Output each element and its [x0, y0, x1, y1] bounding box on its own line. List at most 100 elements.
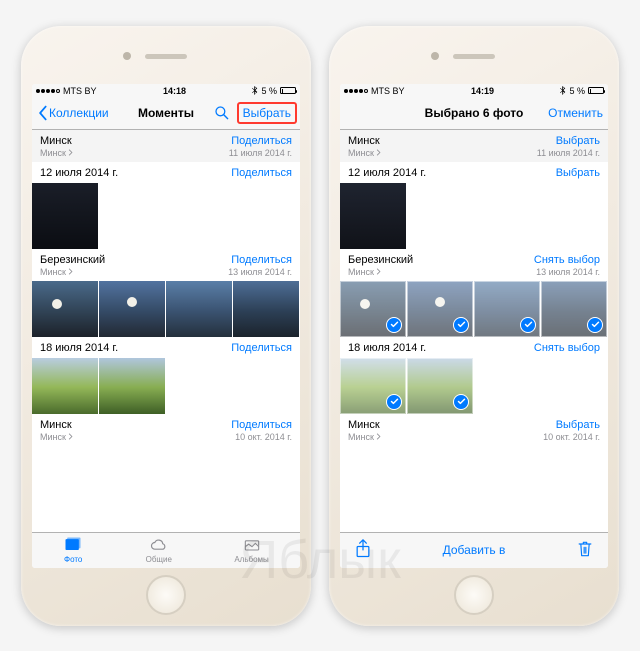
tab-label: Альбомы — [234, 555, 268, 564]
status-bar: MTS BY 14:18 5 % — [32, 84, 300, 98]
battery-pct: 5 % — [569, 86, 585, 96]
home-button[interactable] — [146, 575, 186, 615]
battery-icon — [280, 87, 296, 94]
deselect-link[interactable]: Снять выбор — [534, 342, 600, 354]
photo-thumb[interactable] — [99, 281, 165, 337]
chevron-right-icon — [68, 268, 73, 275]
section-subtitle: Минск — [40, 432, 231, 442]
iphone-left: MTS BY 14:18 5 % Коллекции Моменты Выбра… — [21, 26, 311, 626]
section-header[interactable]: 12 июля 2014 г. Выбрать — [340, 162, 608, 183]
checkmark-icon — [453, 317, 469, 333]
add-to-button[interactable]: Добавить в — [443, 543, 506, 557]
section-subtitle: Минск — [40, 148, 229, 158]
select-link[interactable]: Выбрать — [556, 167, 600, 179]
photo-thumb-selected[interactable] — [541, 281, 607, 337]
photo-thumb[interactable] — [32, 358, 98, 414]
photo-thumb-selected[interactable] — [407, 281, 473, 337]
moments-list[interactable]: Минск Минск Поделиться 11 июля 2014 г. 1… — [32, 130, 300, 532]
section-header[interactable]: Березинский Минск Снять выбор 13 июля 20… — [340, 249, 608, 281]
photo-thumb[interactable] — [32, 183, 98, 249]
section-subtitle: Минск — [348, 148, 537, 158]
section-date: 13 июля 2014 г. — [534, 267, 600, 277]
tab-bar: Фото Общие Альбомы — [32, 532, 300, 568]
share-button[interactable] — [354, 539, 372, 562]
section-header[interactable]: 12 июля 2014 г. Поделиться — [32, 162, 300, 183]
nav-bar: Коллекции Моменты Выбрать — [32, 98, 300, 130]
section-header[interactable]: 18 июля 2014 г. Снять выбор — [340, 337, 608, 358]
chevron-right-icon — [68, 433, 73, 440]
section-subtitle: Минск — [348, 267, 534, 277]
section-title: Березинский — [40, 254, 228, 266]
home-button[interactable] — [454, 575, 494, 615]
section-header[interactable]: Березинский Минск Поделиться 13 июля 201… — [32, 249, 300, 281]
photo-thumb[interactable] — [166, 281, 232, 337]
section-title: Минск — [348, 135, 537, 147]
section-header[interactable]: 18 июля 2014 г. Поделиться — [32, 337, 300, 358]
photo-thumb-selected[interactable] — [340, 281, 406, 337]
section-date: 10 окт. 2014 г. — [231, 432, 292, 442]
thumb-row — [32, 358, 300, 414]
section-header[interactable]: Минск Минск Поделиться 11 июля 2014 г. — [32, 130, 300, 162]
clock: 14:19 — [405, 86, 561, 96]
status-bar: MTS BY 14:19 5 % — [340, 84, 608, 98]
back-button[interactable]: Коллекции — [37, 105, 109, 121]
checkmark-icon — [386, 394, 402, 410]
section-date: 11 июля 2014 г. — [537, 148, 600, 158]
section-subtitle: Минск — [40, 267, 228, 277]
back-label: Коллекции — [49, 106, 109, 120]
bluetooth-icon — [560, 86, 566, 95]
chevron-left-icon — [37, 105, 48, 121]
share-link[interactable]: Поделиться — [228, 254, 292, 266]
albums-icon — [242, 536, 262, 554]
thumb-row — [340, 183, 608, 249]
moments-list[interactable]: Минск Минск Выбрать 11 июля 2014 г. 12 и… — [340, 130, 608, 532]
photo-thumb-selected[interactable] — [407, 358, 473, 414]
trash-button[interactable] — [576, 539, 594, 562]
tab-albums[interactable]: Альбомы — [234, 536, 268, 564]
section-date: 10 окт. 2014 г. — [543, 432, 600, 442]
carrier-label: MTS BY — [371, 86, 405, 96]
cancel-button[interactable]: Отменить — [548, 106, 603, 120]
section-title: 18 июля 2014 г. — [348, 342, 534, 354]
chevron-right-icon — [376, 149, 381, 156]
tab-shared[interactable]: Общие — [146, 536, 172, 564]
section-title: Минск — [40, 135, 229, 147]
select-button[interactable]: Выбрать — [237, 102, 297, 124]
signal-icon — [36, 89, 60, 93]
search-icon — [214, 105, 230, 121]
share-link[interactable]: Поделиться — [231, 419, 292, 431]
section-date: 11 июля 2014 г. — [229, 148, 292, 158]
share-link[interactable]: Поделиться — [231, 342, 292, 354]
checkmark-icon — [386, 317, 402, 333]
section-title: Березинский — [348, 254, 534, 266]
photo-thumb[interactable] — [340, 183, 406, 249]
photo-thumb[interactable] — [233, 281, 299, 337]
section-title: Минск — [40, 419, 231, 431]
share-link[interactable]: Поделиться — [229, 135, 292, 147]
section-title: 12 июля 2014 г. — [348, 167, 556, 179]
select-link[interactable]: Выбрать — [543, 419, 600, 431]
thumb-row — [32, 183, 300, 249]
share-link[interactable]: Поделиться — [231, 167, 292, 179]
iphone-right: MTS BY 14:19 5 % Выбрано 6 фото Отменить… — [329, 26, 619, 626]
photos-icon — [63, 536, 83, 554]
deselect-link[interactable]: Снять выбор — [534, 254, 600, 266]
nav-bar: Выбрано 6 фото Отменить — [340, 98, 608, 130]
select-link[interactable]: Выбрать — [537, 135, 600, 147]
photo-thumb[interactable] — [99, 358, 165, 414]
chevron-right-icon — [376, 433, 381, 440]
section-header[interactable]: Минск Минск Выбрать 10 окт. 2014 г. — [340, 414, 608, 444]
photo-thumb-selected[interactable] — [474, 281, 540, 337]
share-icon — [354, 539, 372, 559]
battery-pct: 5 % — [261, 86, 277, 96]
photo-thumb-selected[interactable] — [340, 358, 406, 414]
tab-label: Фото — [64, 555, 82, 564]
signal-icon — [344, 89, 368, 93]
search-button[interactable] — [214, 105, 230, 121]
section-header[interactable]: Минск Минск Выбрать 11 июля 2014 г. — [340, 130, 608, 162]
tab-photos[interactable]: Фото — [63, 536, 83, 564]
bluetooth-icon — [252, 86, 258, 95]
tab-label: Общие — [146, 555, 172, 564]
photo-thumb[interactable] — [32, 281, 98, 337]
section-header[interactable]: Минск Минск Поделиться 10 окт. 2014 г. — [32, 414, 300, 444]
